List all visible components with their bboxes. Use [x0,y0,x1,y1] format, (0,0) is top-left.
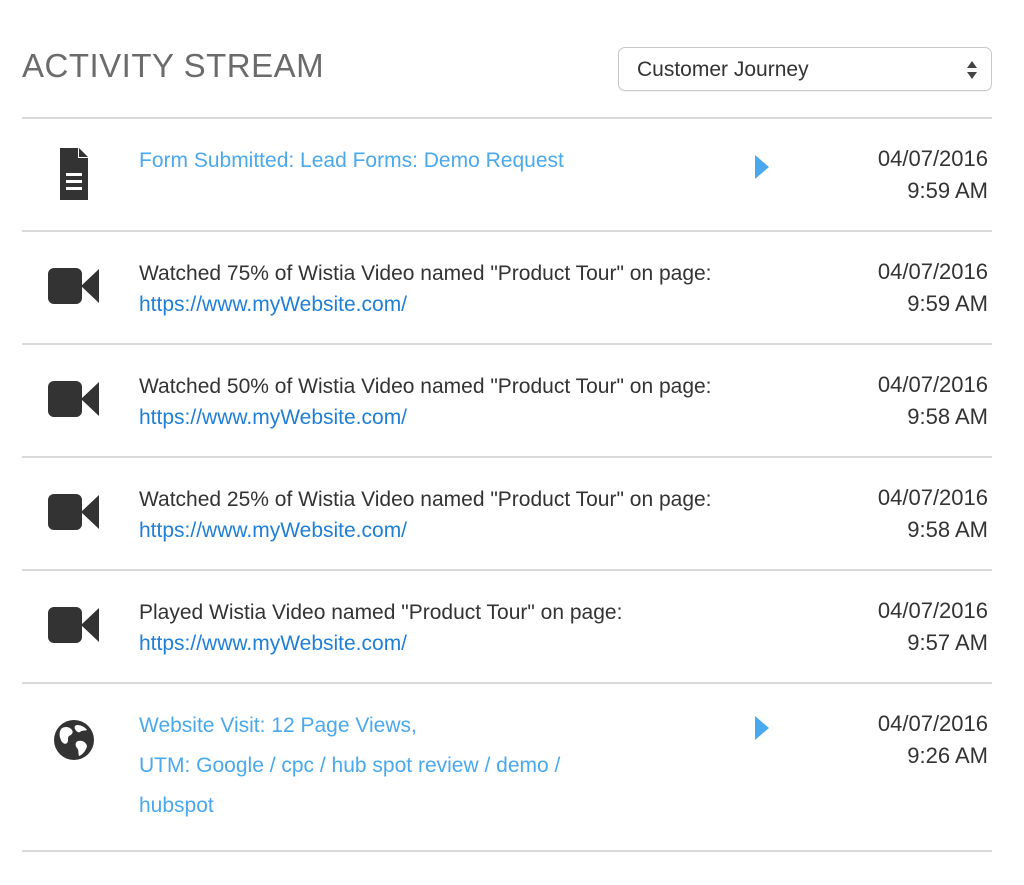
activity-page-link[interactable]: https://www.myWebsite.com/ [139,289,789,320]
activity-timestamp: 04/07/2016 9:58 AM [878,369,988,433]
activity-timestamp: 04/07/2016 9:57 AM [878,595,988,659]
activity-time: 9:57 AM [907,630,988,655]
activity-event-link[interactable]: Form Submitted: Lead Forms: Demo Request [139,145,789,176]
activity-date: 04/07/2016 [877,146,988,171]
activity-event-link[interactable]: Website Visit: 12 Page Views, [139,706,789,746]
activity-time: 9:58 AM [907,517,988,542]
activity-description: Form Submitted: Lead Forms: Demo Request [139,145,789,176]
activity-stream-header: ACTIVITY STREAM Customer Journey [0,0,1024,118]
activity-description: Watched 50% of Wistia Video named "Produ… [139,371,789,433]
activity-row: Played Wistia Video named "Product Tour"… [22,571,992,684]
activity-description: Watched 25% of Wistia Video named "Produ… [139,484,789,546]
activity-row: Watched 50% of Wistia Video named "Produ… [22,345,992,458]
activity-timestamp: 04/07/2016 9:59 AM [878,256,988,320]
video-camera-icon [48,266,100,318]
activity-page-link[interactable]: https://www.myWebsite.com/ [139,402,789,433]
activity-description: Website Visit: 12 Page Views, UTM: Googl… [139,706,789,826]
activity-timestamp: 04/07/2016 9:26 AM [878,708,988,772]
activity-timestamp: 04/07/2016 9:58 AM [878,482,988,546]
expand-arrow-icon[interactable] [752,153,772,181]
activity-row: Watched 25% of Wistia Video named "Produ… [22,458,992,571]
activity-text: Watched 75% of Wistia Video named "Produ… [139,262,712,285]
activity-event-link[interactable]: hubspot [139,786,789,826]
activity-time: 9:58 AM [907,404,988,429]
activity-filter-value: Customer Journey [637,58,809,81]
activity-time: 9:59 AM [907,291,988,316]
activity-list: Form Submitted: Lead Forms: Demo Request… [22,117,992,852]
activity-row: Form Submitted: Lead Forms: Demo Request… [22,119,992,232]
activity-text: Watched 50% of Wistia Video named "Produ… [139,375,712,398]
activity-row: Watched 75% of Wistia Video named "Produ… [22,232,992,345]
select-arrows-icon [966,59,978,81]
video-camera-icon [48,492,100,544]
page-title: ACTIVITY STREAM [22,47,325,84]
document-icon [48,145,100,200]
activity-date: 04/07/2016 [877,372,988,397]
activity-date: 04/07/2016 [877,711,988,736]
activity-date: 04/07/2016 [877,259,988,284]
expand-arrow-icon[interactable] [752,714,772,742]
activity-text: Watched 25% of Wistia Video named "Produ… [139,488,712,511]
globe-icon [48,714,100,766]
activity-date: 04/07/2016 [877,598,988,623]
activity-event-link[interactable]: UTM: Google / cpc / hub spot review / de… [139,746,789,786]
activity-filter-select[interactable]: Customer Journey [618,47,992,91]
video-camera-icon [48,379,100,431]
activity-time: 9:26 AM [907,743,988,768]
activity-description: Watched 75% of Wistia Video named "Produ… [139,258,789,320]
activity-row: Website Visit: 12 Page Views, UTM: Googl… [22,684,992,852]
activity-text: Played Wistia Video named "Product Tour"… [139,601,623,624]
activity-page-link[interactable]: https://www.myWebsite.com/ [139,515,789,546]
activity-timestamp: 04/07/2016 9:59 AM [878,143,988,207]
activity-time: 9:59 AM [907,178,988,203]
activity-description: Played Wistia Video named "Product Tour"… [139,597,789,659]
video-camera-icon [48,605,100,657]
activity-page-link[interactable]: https://www.myWebsite.com/ [139,628,789,659]
activity-date: 04/07/2016 [877,485,988,510]
